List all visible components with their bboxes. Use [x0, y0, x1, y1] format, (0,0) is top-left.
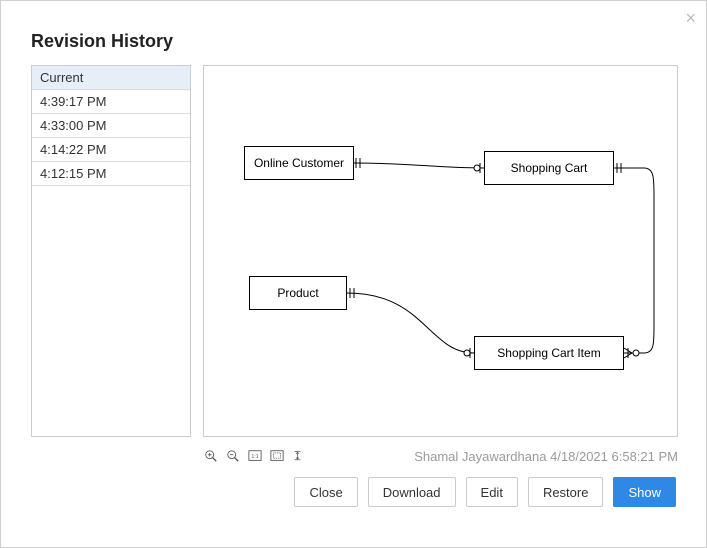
revision-item[interactable]: 4:33:00 PM — [32, 114, 190, 138]
author-name: Shamal Jayawardhana — [414, 449, 546, 464]
show-button[interactable]: Show — [613, 477, 676, 507]
close-button[interactable]: Close — [294, 477, 357, 507]
entity-product: Product — [249, 276, 347, 310]
dialog-content: Current4:39:17 PM4:33:00 PM4:14:22 PM4:1… — [31, 65, 678, 437]
revision-list: Current4:39:17 PM4:33:00 PM4:14:22 PM4:1… — [31, 65, 191, 437]
download-button[interactable]: Download — [368, 477, 456, 507]
diagram-canvas[interactable]: Online Customer Shopping Cart Product Sh… — [203, 65, 678, 437]
canvas-toolbar: 1:1 Shamal Jayawardhana 4/18/2021 6:58:2… — [203, 445, 678, 467]
revision-item[interactable]: Current — [32, 66, 190, 90]
revision-meta: Shamal Jayawardhana 4/18/2021 6:58:21 PM — [414, 449, 678, 464]
entity-shopping-cart-item: Shopping Cart Item — [474, 336, 624, 370]
revision-history-dialog: × Revision History Current4:39:17 PM4:33… — [0, 0, 707, 548]
entity-label: Product — [277, 286, 318, 300]
close-icon[interactable]: × — [685, 9, 696, 27]
zoom-actual-icon[interactable]: 1:1 — [247, 448, 263, 464]
dialog-title: Revision History — [31, 31, 173, 52]
revision-timestamp: 4/18/2021 6:58:21 PM — [550, 449, 678, 464]
zoom-in-icon[interactable] — [203, 448, 219, 464]
entity-label: Shopping Cart Item — [497, 346, 600, 360]
dialog-button-row: Close Download Edit Restore Show — [294, 477, 676, 507]
fit-page-icon[interactable] — [269, 448, 285, 464]
entity-online-customer: Online Customer — [244, 146, 354, 180]
revision-item[interactable]: 4:39:17 PM — [32, 90, 190, 114]
entity-shopping-cart: Shopping Cart — [484, 151, 614, 185]
restore-button[interactable]: Restore — [528, 477, 604, 507]
revision-item[interactable]: 4:12:15 PM — [32, 162, 190, 186]
svg-text:1:1: 1:1 — [251, 454, 258, 460]
zoom-tool-group: 1:1 — [203, 448, 307, 464]
entity-label: Online Customer — [254, 156, 344, 170]
fit-height-icon[interactable] — [291, 448, 307, 464]
edit-button[interactable]: Edit — [466, 477, 518, 507]
zoom-out-icon[interactable] — [225, 448, 241, 464]
entity-label: Shopping Cart — [511, 161, 588, 175]
revision-item[interactable]: 4:14:22 PM — [32, 138, 190, 162]
